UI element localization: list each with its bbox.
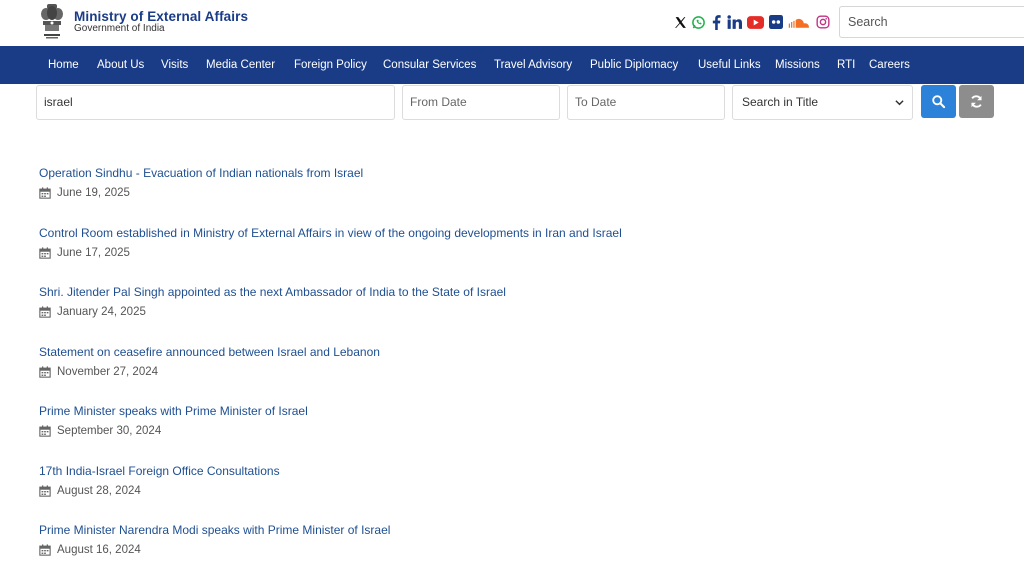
calendar-icon xyxy=(39,485,51,497)
calendar-icon xyxy=(39,187,51,199)
nav-item-about-us[interactable]: About Us xyxy=(97,46,144,84)
result-title-link[interactable]: Prime Minister Narendra Modi speaks with… xyxy=(39,523,390,537)
nav-item-media-center[interactable]: Media Center xyxy=(206,46,275,84)
nav-item-useful-links[interactable]: Useful Links xyxy=(698,46,761,84)
calendar-icon xyxy=(39,425,51,437)
nav-item-public-diplomacy[interactable]: Public Diplomacy xyxy=(590,46,678,84)
calendar-icon xyxy=(39,544,51,556)
calendar-icon xyxy=(39,306,51,318)
result-date: June 17, 2025 xyxy=(39,247,130,259)
main-nav: Home About Us Visits Media Center Foreig… xyxy=(0,46,1024,84)
nav-item-foreign-policy[interactable]: Foreign Policy xyxy=(294,46,367,84)
site-header: Ministry of External Affairs Government … xyxy=(0,0,1024,46)
search-in-select[interactable]: Search in Title xyxy=(732,85,913,120)
linkedin-icon[interactable] xyxy=(726,13,742,31)
nav-item-visits[interactable]: Visits xyxy=(161,46,188,84)
keyword-input[interactable]: israel xyxy=(36,85,395,120)
result-date: August 16, 2024 xyxy=(39,544,141,556)
result-date-text: September 30, 2024 xyxy=(57,425,162,437)
result-date-text: August 16, 2024 xyxy=(57,544,141,556)
instagram-icon[interactable] xyxy=(815,13,831,31)
national-emblem-logo[interactable] xyxy=(38,2,66,42)
from-date-input[interactable]: From Date xyxy=(402,85,560,120)
refresh-icon xyxy=(971,95,982,108)
result-date-text: August 28, 2024 xyxy=(57,485,141,497)
to-date-input[interactable]: To Date xyxy=(567,85,725,120)
soundcloud-icon[interactable] xyxy=(787,13,811,31)
site-title[interactable]: Ministry of External Affairs xyxy=(74,9,248,24)
site-subtitle: Government of India xyxy=(74,23,165,34)
reset-button[interactable] xyxy=(959,85,994,118)
result-date: June 19, 2025 xyxy=(39,187,130,199)
nav-item-travel-advisory[interactable]: Travel Advisory xyxy=(494,46,572,84)
calendar-icon xyxy=(39,366,51,378)
result-date: August 28, 2024 xyxy=(39,485,141,497)
nav-item-careers[interactable]: Careers xyxy=(869,46,910,84)
x-icon[interactable] xyxy=(673,13,687,31)
result-date-text: June 19, 2025 xyxy=(57,187,130,199)
search-button[interactable] xyxy=(921,85,956,118)
result-date-text: June 17, 2025 xyxy=(57,247,130,259)
calendar-icon xyxy=(39,247,51,259)
facebook-icon[interactable] xyxy=(710,13,722,31)
result-title-link[interactable]: 17th India-Israel Foreign Office Consult… xyxy=(39,464,280,478)
result-date: September 30, 2024 xyxy=(39,425,161,437)
result-title-link[interactable]: Control Room established in Ministry of … xyxy=(39,226,622,240)
whatsapp-icon[interactable] xyxy=(690,13,706,31)
result-date-text: January 24, 2025 xyxy=(57,306,146,318)
search-in-selected-value: Search in Title xyxy=(742,95,819,109)
search-icon xyxy=(932,95,946,109)
result-title-link[interactable]: Operation Sindhu - Evacuation of Indian … xyxy=(39,166,363,180)
result-date-text: November 27, 2024 xyxy=(57,366,159,378)
youtube-icon[interactable] xyxy=(746,13,764,31)
nav-item-consular-services[interactable]: Consular Services xyxy=(383,46,476,84)
nav-item-rti[interactable]: RTI xyxy=(837,46,855,84)
result-title-link[interactable]: Statement on ceasefire announced between… xyxy=(39,345,380,359)
result-date: January 24, 2025 xyxy=(39,306,146,318)
result-date: November 27, 2024 xyxy=(39,366,158,378)
nav-item-missions[interactable]: Missions xyxy=(775,46,820,84)
result-title-link[interactable]: Prime Minister speaks with Prime Ministe… xyxy=(39,404,308,418)
result-title-link[interactable]: Shri. Jitender Pal Singh appointed as th… xyxy=(39,285,506,299)
site-search-input[interactable] xyxy=(839,6,1024,38)
nav-item-home[interactable]: Home xyxy=(48,46,79,84)
chevron-down-icon xyxy=(895,86,904,119)
flickr-icon[interactable] xyxy=(768,13,784,31)
